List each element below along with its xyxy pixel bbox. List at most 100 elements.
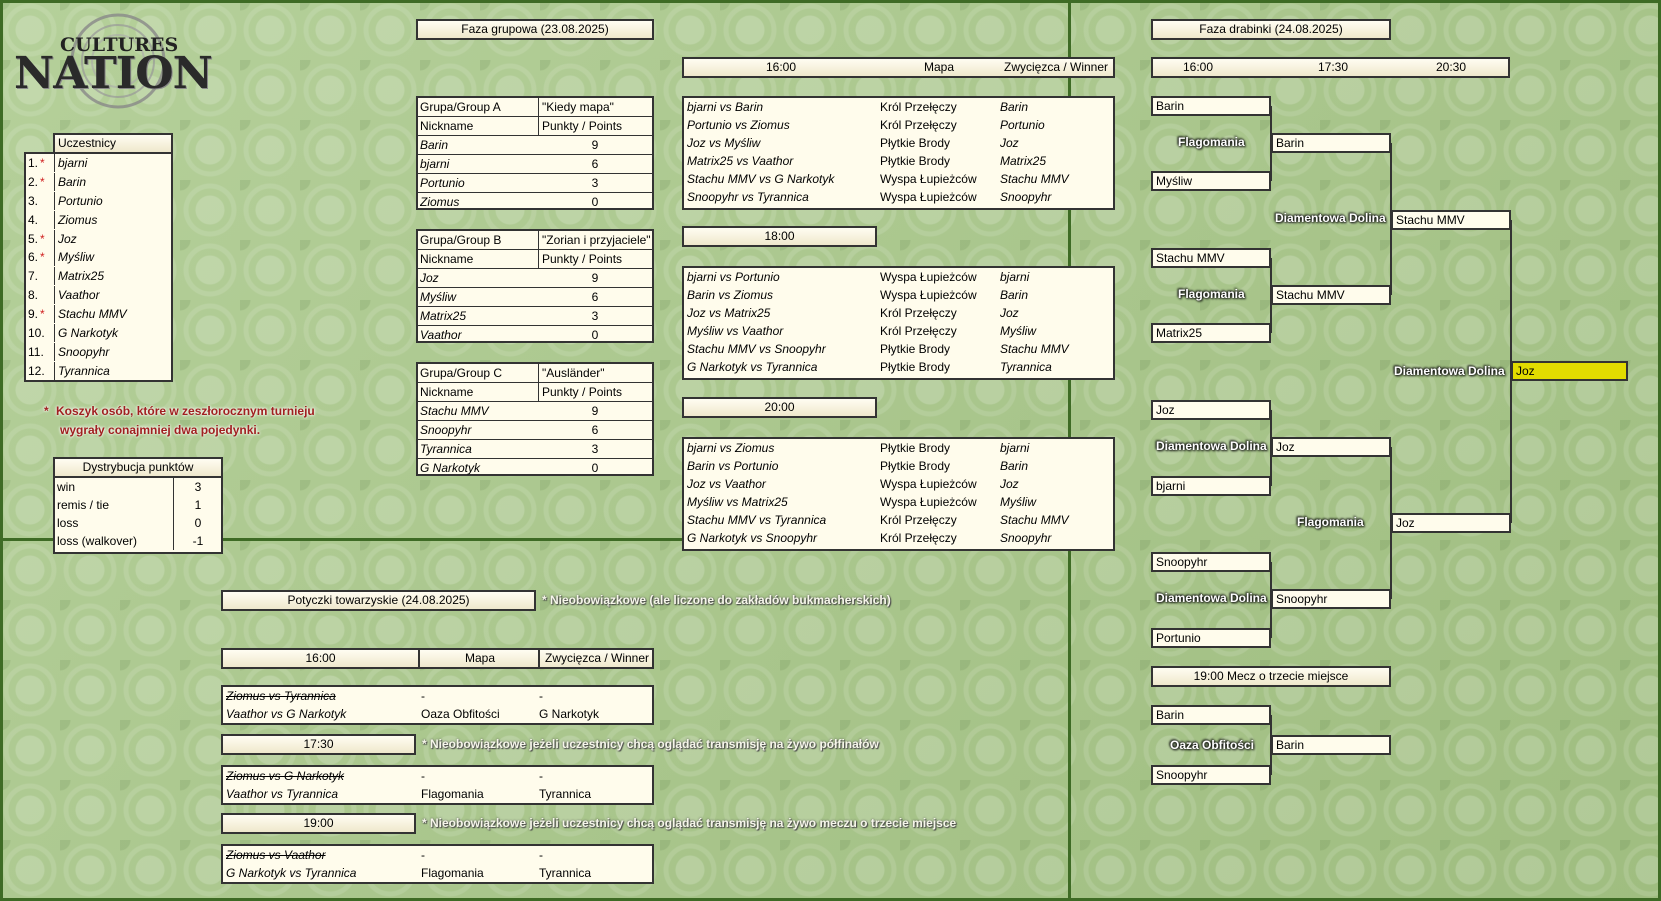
ladder-time-3: 20:30 (1436, 60, 1467, 74)
participant-name: Barin (54, 172, 174, 191)
match-players: bjarni vs Ziomus (687, 441, 775, 455)
match-row: Joz vs Myśliw Płytkie Brody Joz (684, 134, 1113, 152)
match-map: Płytkie Brody (880, 154, 951, 168)
match-row: Portunio vs Ziomus Król Przełęczy Portunio (684, 116, 1113, 134)
group-points: 0 (591, 195, 599, 209)
participant-star (40, 286, 50, 304)
friendly-match-row: G Narkotyk vs Tyrannica Flagomania Tyranni… (223, 864, 652, 882)
friendly-match-map: Flagomania (421, 787, 484, 801)
group-row: Portunio 3 (418, 173, 652, 192)
friendly-match-row: Vaathor vs G Narkotyk Oaza Obfitości G Nar… (223, 705, 652, 723)
participant-name: Snoopyhr (54, 342, 174, 361)
third-place-map: Oaza Obfitości (1170, 738, 1255, 752)
participant-name: Matrix25 (54, 267, 174, 286)
ladder-r1-map: Diamentowa Dolina (1156, 439, 1267, 453)
group-col-points: Punkty / Points (538, 117, 656, 135)
participant-star (40, 362, 50, 380)
friendly-session-note: * Nieobowiązkowe jeżeli uczestnicy chcą … (422, 816, 957, 830)
group-col-nickname: Nickname (420, 119, 474, 133)
ladder-r1-map: Diamentowa Dolina (1156, 591, 1267, 605)
match-map: Płytkie Brody (880, 441, 951, 455)
group-player: Snoopyhr (420, 423, 472, 437)
match-row: Joz vs Matrix25 Król Przełęczy Joz (684, 304, 1113, 322)
group-points: 3 (591, 309, 599, 323)
group-row: Myśliw 6 (418, 287, 652, 306)
participant-row: 4. Ziomus (26, 210, 171, 230)
friendly-match-row: Ziomus vs Vaathor - - (223, 846, 652, 864)
participant-star (40, 267, 50, 285)
group-row: Matrix25 3 (418, 306, 652, 325)
group-player: Tyrannica (420, 442, 472, 456)
match-players: Joz vs Myśliw (687, 136, 761, 150)
group-phase-title: Faza grupowa (23.08.2025) (416, 19, 654, 40)
participant-star: * (40, 307, 45, 322)
points-label: win (57, 480, 76, 494)
group-points: 6 (591, 157, 599, 171)
ladder-r1-slot: bjarni (1151, 476, 1271, 496)
ladder-r2-map: Flagomania (1297, 515, 1364, 529)
friendly-header: 16:00 Mapa Zwycięzca / Winner (221, 648, 654, 669)
friendly-matches: Ziomus vs Tyrannica - - Vaathor vs G Narkot… (221, 685, 654, 725)
match-players: Barin vs Ziomus (687, 288, 774, 302)
group-player: G Narkotyk (420, 461, 481, 475)
match-row: bjarni vs Ziomus Płytkie Brody bjarni (684, 439, 1113, 457)
group-player: Ziomus (420, 195, 460, 209)
match-winner: bjarni (1000, 270, 1030, 284)
match-map: Król Przełęczy (880, 513, 957, 527)
group-player: Stachu MMV (420, 404, 489, 418)
participants-note-1: * Koszyk osób, które w zeszłorocznym tur… (44, 404, 315, 418)
ladder-r3-slot: Stachu MMV (1391, 210, 1511, 230)
participant-row: 6. * Myśliw (26, 248, 171, 267)
group-label: Grupa/Group C (420, 366, 503, 380)
third-place-title: 19:00 Mecz o trzecie miejsce (1151, 666, 1391, 687)
participant-name: G Narkotyk (54, 324, 174, 343)
group-points: 9 (591, 138, 599, 152)
group-col-nickname: Nickname (420, 252, 474, 266)
ladder-r1-slot: Snoopyhr (1151, 552, 1271, 572)
hdr-map: Mapa (924, 60, 955, 74)
group-points: 3 (591, 442, 599, 456)
match-row: G Narkotyk vs Snoopyhr Król Przełęczy Snoo… (684, 529, 1113, 547)
friendly-match-map: - (421, 848, 425, 862)
group-row: Joz 9 (418, 268, 652, 287)
participant-row: 7. Matrix25 (26, 267, 171, 286)
group-points: 0 (591, 328, 599, 342)
ladder-r1-slot: Barin (1151, 96, 1271, 116)
match-row: Barin vs Portunio Płytkie Brody Barin (684, 457, 1113, 475)
group-player: Joz (420, 271, 439, 285)
friendly-match-players: Ziomus vs Tyrannica (226, 689, 336, 703)
participant-row: 10. G Narkotyk (26, 324, 171, 343)
participant-row: 3. Portunio (26, 191, 171, 211)
match-players: Stachu MMV vs G Narkotyk (687, 172, 835, 186)
points-label: remis / tie (57, 498, 110, 512)
match-winner: Stachu MMV (1000, 172, 1069, 186)
hdr-time: 16:00 (766, 60, 797, 74)
ladder-r1-slot: Matrix25 (1151, 323, 1271, 343)
ladder-r1-map: Flagomania (1178, 135, 1245, 149)
points-value: 1 (173, 496, 222, 514)
participants-title: Uczestnicy (53, 133, 173, 154)
friendly-match-players: Vaathor vs Tyrannica (226, 787, 339, 801)
note-line-1: Koszyk osób, które w zeszłorocznym turni… (56, 404, 315, 418)
group-row: Vaathor 0 (418, 325, 652, 344)
group-points: 6 (591, 290, 599, 304)
group-row: Stachu MMV 9 (418, 401, 652, 420)
match-winner: Stachu MMV (1000, 342, 1069, 356)
ladder-r1-slot: Portunio (1151, 628, 1271, 648)
match-row: Stachu MMV vs Snoopyhr Płytkie Brody Stach… (684, 340, 1113, 358)
ladder-final-map: Diamentowa Dolina (1394, 364, 1505, 378)
friendly-match-row: Ziomus vs Tyrannica - - (223, 687, 652, 705)
group-player: Portunio (420, 176, 465, 190)
ladder-r1-slot: Stachu MMV (1151, 248, 1271, 268)
note-star: * (44, 404, 49, 418)
group-points: 9 (591, 404, 599, 418)
match-players: Stachu MMV vs Snoopyhr (687, 342, 826, 356)
match-map: Wyspa Łupieżców (880, 288, 977, 302)
match-map: Król Przełęczy (880, 306, 957, 320)
group-col-points: Punkty / Points (538, 250, 656, 268)
friendly-title: Potyczki towarzyskie (24.08.2025) (221, 590, 536, 611)
match-map: Król Przełęczy (880, 531, 957, 545)
group-name: "Kiedy mapa" (538, 98, 656, 116)
group-player: Myśliw (420, 290, 456, 304)
session-matches: bjarni vs Portunio Wyspa Łupieżców bjarni B… (682, 266, 1115, 380)
